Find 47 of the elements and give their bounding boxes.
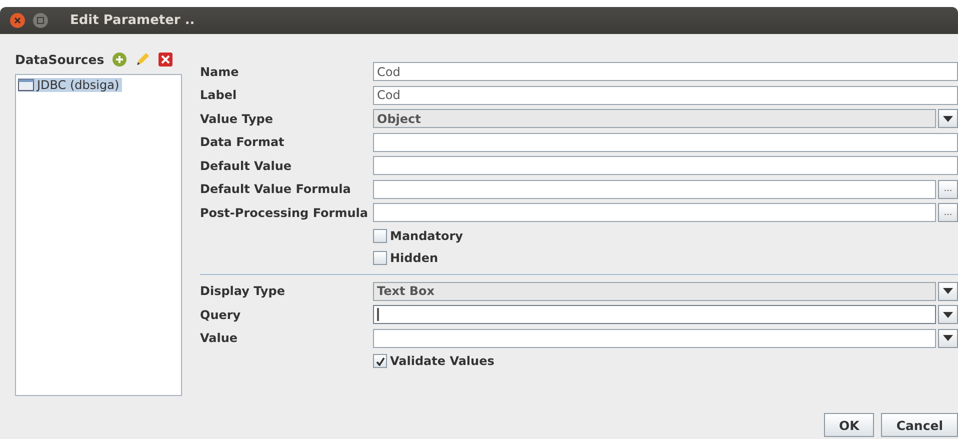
combo-field[interactable] xyxy=(373,328,936,348)
formula-field[interactable] xyxy=(373,180,936,199)
browse-button[interactable]: ... xyxy=(938,180,958,199)
dialog-button[interactable]: Cancel xyxy=(881,413,958,437)
field-label: Name xyxy=(200,64,240,79)
pencil-icon[interactable] xyxy=(135,52,150,66)
text-field[interactable] xyxy=(373,132,958,152)
text-field[interactable]: Cod xyxy=(373,62,958,82)
dropdown-button[interactable] xyxy=(938,305,958,324)
caret-icon xyxy=(943,312,953,318)
text-field[interactable] xyxy=(373,156,958,176)
caret-icon xyxy=(943,335,953,342)
folder-icon xyxy=(18,79,34,91)
checkbox-label: Hidden xyxy=(390,251,438,266)
field-label: Value Type xyxy=(200,112,274,126)
dropdown-button[interactable] xyxy=(938,109,958,128)
field-label: Data Format xyxy=(200,135,286,150)
checkbox[interactable] xyxy=(373,354,387,368)
combo-field[interactable] xyxy=(373,305,936,324)
checkbox-label: Validate Values xyxy=(390,354,494,368)
caret-icon xyxy=(943,288,953,294)
field-label: Value xyxy=(200,331,239,346)
combo-field[interactable]: Text Box xyxy=(373,282,936,301)
minimize-icon[interactable] xyxy=(33,13,48,28)
field-label: Query xyxy=(200,308,242,322)
field-label: Display Type xyxy=(200,284,286,298)
field-label: Post-Processing Formula xyxy=(200,206,369,220)
datasources-label: DataSources xyxy=(15,52,104,66)
checkbox[interactable] xyxy=(373,251,387,266)
browse-button[interactable]: ... xyxy=(938,203,958,222)
delete-icon[interactable] xyxy=(158,52,174,66)
combo-field[interactable]: Object xyxy=(373,109,936,128)
dropdown-button[interactable] xyxy=(938,282,958,301)
dropdown-button[interactable] xyxy=(938,328,958,348)
close-icon[interactable] xyxy=(10,13,25,28)
text-field[interactable]: Cod xyxy=(373,86,958,105)
caret-icon xyxy=(943,116,953,122)
checkbox-label: Mandatory xyxy=(390,228,463,243)
dialog-button[interactable]: OK xyxy=(824,413,874,437)
checkbox[interactable] xyxy=(373,228,387,243)
add-icon[interactable] xyxy=(112,52,128,66)
tree-item[interactable]: JDBC (dbsiga) xyxy=(18,78,122,92)
window-title: Edit Parameter .. xyxy=(70,13,195,28)
field-label: Default Value Formula xyxy=(200,182,352,196)
field-label: Default Value xyxy=(200,158,293,173)
field-label: Label xyxy=(200,88,238,102)
formula-field[interactable] xyxy=(373,203,936,222)
